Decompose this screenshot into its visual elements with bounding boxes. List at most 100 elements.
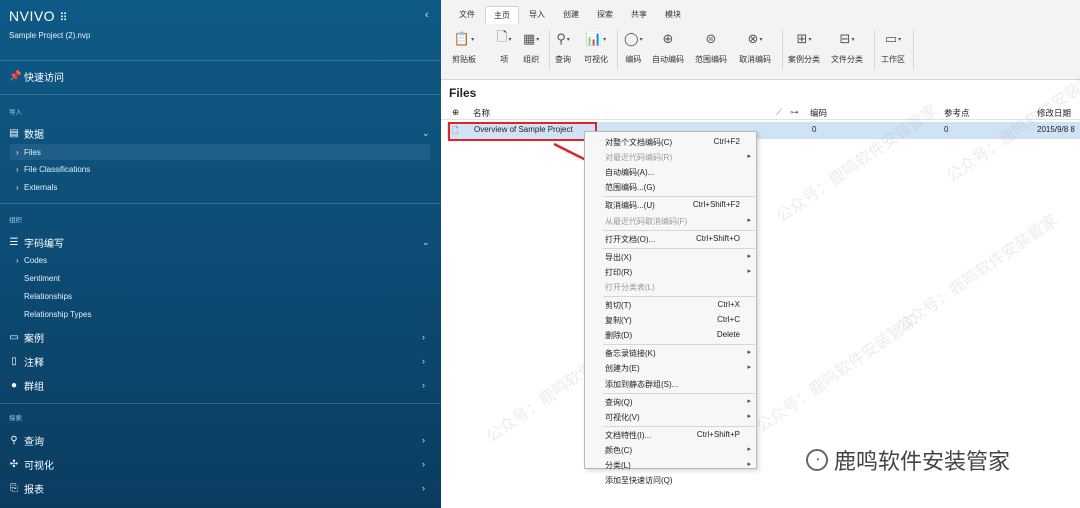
context-menu-item[interactable]: 创建为(E) ▸	[585, 361, 756, 376]
submenu-arrow-icon: ▸	[747, 364, 751, 372]
menu-separator	[603, 229, 755, 231]
coding-icon: ☰	[9, 236, 19, 248]
ribbon-separator	[617, 30, 618, 70]
column-references[interactable]: 参考点	[944, 107, 970, 119]
menu-item-label: 添加至快速访问(Q)	[605, 476, 673, 486]
context-menu-item[interactable]: 复制(Y) Ctrl+C	[585, 313, 756, 328]
nav-label: 字码编写	[24, 238, 64, 250]
context-menu-item[interactable]: 颜色(C) ▸	[585, 443, 756, 458]
tool-label: 文件分类	[831, 55, 863, 64]
context-menu-item[interactable]: 导出(X) ▸	[585, 250, 756, 265]
workspace-button[interactable]: ▭ ▾ 工作区	[881, 29, 905, 69]
nav-file-classifications[interactable]: › File Classifications	[0, 161, 441, 177]
submenu-arrow-icon: ▸	[747, 252, 751, 260]
nav-sentiment[interactable]: Sentiment	[0, 270, 441, 286]
tab-share[interactable]: 共享	[623, 6, 655, 24]
tab-explore[interactable]: 探索	[589, 6, 621, 24]
context-menu-item[interactable]: 打开文档(O)... Ctrl+Shift+O	[585, 232, 756, 247]
column-codes[interactable]: 编码	[810, 107, 827, 119]
menu-item-label: 查询(Q)	[605, 397, 633, 407]
menu-item-label: 创建为(E)	[605, 364, 640, 374]
nav-visualize[interactable]: ✣ 可视化 ›	[0, 456, 441, 472]
case-classification-icon: ⊞ ▾	[796, 31, 812, 46]
nav-sets[interactable]: ● 群组 ›	[0, 377, 441, 393]
context-menu-item[interactable]: 范围编码...(G)	[585, 180, 756, 195]
tool-label: 工作区	[881, 55, 905, 64]
nav-data[interactable]: ▤ 数据 ⌄	[0, 125, 441, 141]
nav-coding[interactable]: ☰ 字码编写 ⌄	[0, 234, 441, 250]
context-menu-item[interactable]: 添加到静态群组(S)...	[585, 377, 756, 392]
query-button[interactable]: ⚲ ▾ 查询	[555, 29, 571, 69]
tab-home[interactable]: 主页	[485, 6, 519, 24]
tool-label: 取消编码	[739, 55, 771, 64]
nav-quick-access[interactable]: 📌 快速访问	[0, 68, 441, 84]
code-button[interactable]: ◯ ▾ 编码	[624, 29, 643, 69]
chevron-right-icon: ›	[422, 356, 425, 366]
context-menu-item[interactable]: 可视化(V) ▸	[585, 410, 756, 425]
organize-icon: ▦ ▾	[523, 31, 540, 46]
tool-label: 剪贴板	[452, 55, 476, 64]
data-icon: ▤	[9, 127, 19, 139]
highlight-box	[448, 122, 597, 141]
nav-notes[interactable]: ▯ 注释 ›	[0, 353, 441, 369]
menu-item-label: 分类(L)	[605, 461, 631, 470]
cases-icon: ▭	[9, 331, 19, 343]
workspace-icon: ▭ ▾	[884, 31, 902, 46]
nav-sub-label: Relationships	[24, 291, 73, 301]
context-menu-item[interactable]: 删除(D) Delete	[585, 328, 756, 343]
context-menu: 对整个文档编码(C) Ctrl+F2 对最近代码编码(R) ▸ 自动编码(A)... 范围…	[584, 131, 757, 485]
organize-button[interactable]: ▦ ▾ 组织	[523, 29, 539, 69]
table-header: ⊕ 名称 ⟋ ⊶ 编码 参考点 修改日期	[441, 104, 1080, 120]
tab-create[interactable]: 创建	[555, 6, 587, 24]
case-classification-button[interactable]: ⊞ ▾ 案例分类	[788, 29, 820, 69]
uncode-icon: ⊗ ▾	[747, 31, 763, 46]
menu-separator	[603, 425, 755, 427]
nav-label: 报表	[24, 484, 44, 496]
notes-icon: ▯	[11, 355, 17, 367]
nav-query[interactable]: ⚲ 查询 ›	[0, 432, 441, 448]
nav-codes[interactable]: › Codes	[0, 252, 441, 268]
nav-label: 群组	[24, 381, 44, 393]
nav-relationship-types[interactable]: Relationship Types	[0, 306, 441, 322]
context-menu-item[interactable]: 备忘录链接(K) ▸	[585, 346, 756, 361]
visualize-button[interactable]: 📊 ▾ 可视化	[584, 29, 608, 69]
nav-reports[interactable]: ⎘ 报表 ›	[0, 480, 441, 496]
context-menu-item[interactable]: 自动编码(A)...	[585, 165, 756, 180]
context-menu-item[interactable]: 查询(Q) ▸	[585, 395, 756, 410]
context-menu-item[interactable]: 添加至快速访问(Q)	[585, 473, 756, 488]
menu-item-label: 对整个文档编码(C)	[605, 138, 673, 147]
range-code-button[interactable]: ⊜ 范围编码	[695, 29, 727, 69]
context-menu-item[interactable]: 剪切(T) Ctrl+X	[585, 298, 756, 313]
tool-label: 项	[500, 55, 509, 64]
nav-externals[interactable]: › Externals	[0, 179, 441, 195]
menu-item-label: 添加到静态群组(S)...	[605, 379, 679, 389]
tool-label: 可视化	[584, 55, 608, 64]
nav-cases[interactable]: ▭ 案例 ›	[0, 329, 441, 345]
context-menu-item[interactable]: 分类(L) ▸	[585, 458, 756, 473]
clipboard-button[interactable]: 📋 ▾ 剪贴板	[452, 29, 476, 69]
chevron-right-icon: ›	[16, 182, 19, 192]
nav-files[interactable]: › Files	[10, 144, 430, 160]
tab-import[interactable]: 导入	[521, 6, 553, 24]
reports-icon: ⎘	[10, 482, 18, 494]
tool-label: 自动编码	[652, 55, 684, 64]
menu-separator	[603, 296, 755, 297]
tab-file[interactable]: 文件	[451, 6, 483, 24]
context-menu-item[interactable]: 打印(R) ▸	[585, 265, 756, 280]
collapse-sidebar-icon[interactable]: ‹	[425, 9, 429, 21]
autocode-button[interactable]: ⊕ 自动编码	[652, 29, 684, 69]
context-menu-item[interactable]: 文档特性(I)... Ctrl+Shift+P	[585, 428, 756, 443]
column-modified[interactable]: 修改日期	[1037, 107, 1071, 119]
file-classification-button[interactable]: ⊟ ▾ 文件分类	[831, 29, 863, 69]
chevron-right-icon: ›	[16, 164, 19, 174]
add-column-icon[interactable]: ⊕	[452, 107, 459, 118]
column-name[interactable]: 名称	[473, 107, 490, 119]
context-menu-item[interactable]: 取消编码...(U) Ctrl+Shift+F2	[585, 198, 756, 213]
nav-relationships[interactable]: Relationships	[0, 288, 441, 304]
tab-modules[interactable]: 模块	[657, 6, 689, 24]
nav-sub-label: Relationship Types	[24, 309, 92, 319]
item-button[interactable]: 🗋 ▾ 项	[497, 29, 511, 69]
uncode-button[interactable]: ⊗ ▾ 取消编码	[739, 29, 771, 69]
context-menu-item[interactable]: 对整个文档编码(C) Ctrl+F2	[585, 135, 756, 150]
section-label-explore: 探索	[9, 415, 22, 422]
